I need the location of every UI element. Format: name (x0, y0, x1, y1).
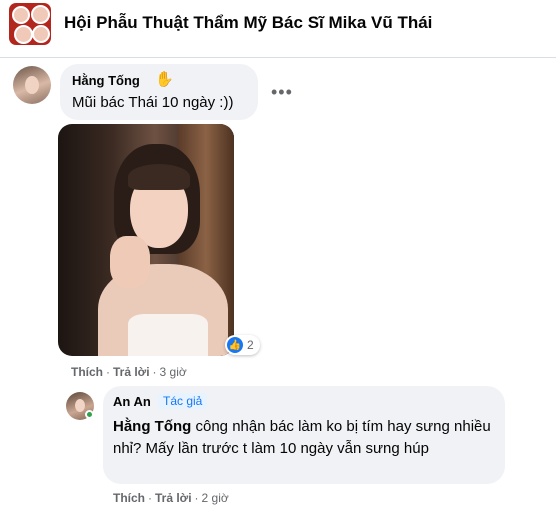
reaction-count: 2 (247, 338, 254, 352)
like-icon: 👍 (227, 337, 243, 353)
reply-text: Hằng Tống công nhận bác làm ko bị tím ha… (113, 416, 498, 460)
reply-time[interactable]: 2 giờ (202, 491, 229, 505)
more-options-icon[interactable]: ••• (271, 82, 293, 103)
comment-bubble: Hằng Tống ✋ Mũi bác Thái 10 ngày :)) (60, 64, 258, 120)
comment-text: Mũi bác Thái 10 ngày :)) (72, 94, 234, 111)
reply-author-avatar[interactable] (66, 392, 94, 420)
reply-button[interactable]: Trả lời (113, 365, 150, 379)
mention-link[interactable]: Hằng Tống (113, 418, 191, 435)
group-avatar[interactable] (9, 3, 51, 45)
comment-actions: Thích · Trả lời · 3 giờ (71, 365, 187, 379)
group-title[interactable]: Hội Phẫu Thuật Thẩm Mỹ Bác Sĩ Mika Vũ Th… (64, 13, 432, 33)
comment-time[interactable]: 3 giờ (160, 365, 187, 379)
online-status-dot (85, 410, 94, 419)
reply-bubble: An An Tác giả Hằng Tống công nhận bác là… (103, 386, 505, 484)
wave-hand-icon: ✋ (155, 71, 174, 88)
author-badge: Tác giả (158, 393, 208, 409)
commenter-avatar[interactable] (13, 66, 51, 104)
reply-actions: Thích · Trả lời · 2 giờ (113, 491, 229, 505)
reply-author[interactable]: An An (113, 394, 151, 409)
comment-author[interactable]: Hằng Tống (72, 73, 140, 88)
group-header: Hội Phẫu Thuật Thẩm Mỹ Bác Sĩ Mika Vũ Th… (0, 0, 556, 58)
reaction-summary[interactable]: 👍 2 (225, 335, 260, 355)
like-button[interactable]: Thích (71, 365, 103, 379)
reply-like-button[interactable]: Thích (113, 491, 145, 505)
reply-reply-button[interactable]: Trả lời (155, 491, 192, 505)
comment-photo[interactable] (58, 124, 234, 356)
